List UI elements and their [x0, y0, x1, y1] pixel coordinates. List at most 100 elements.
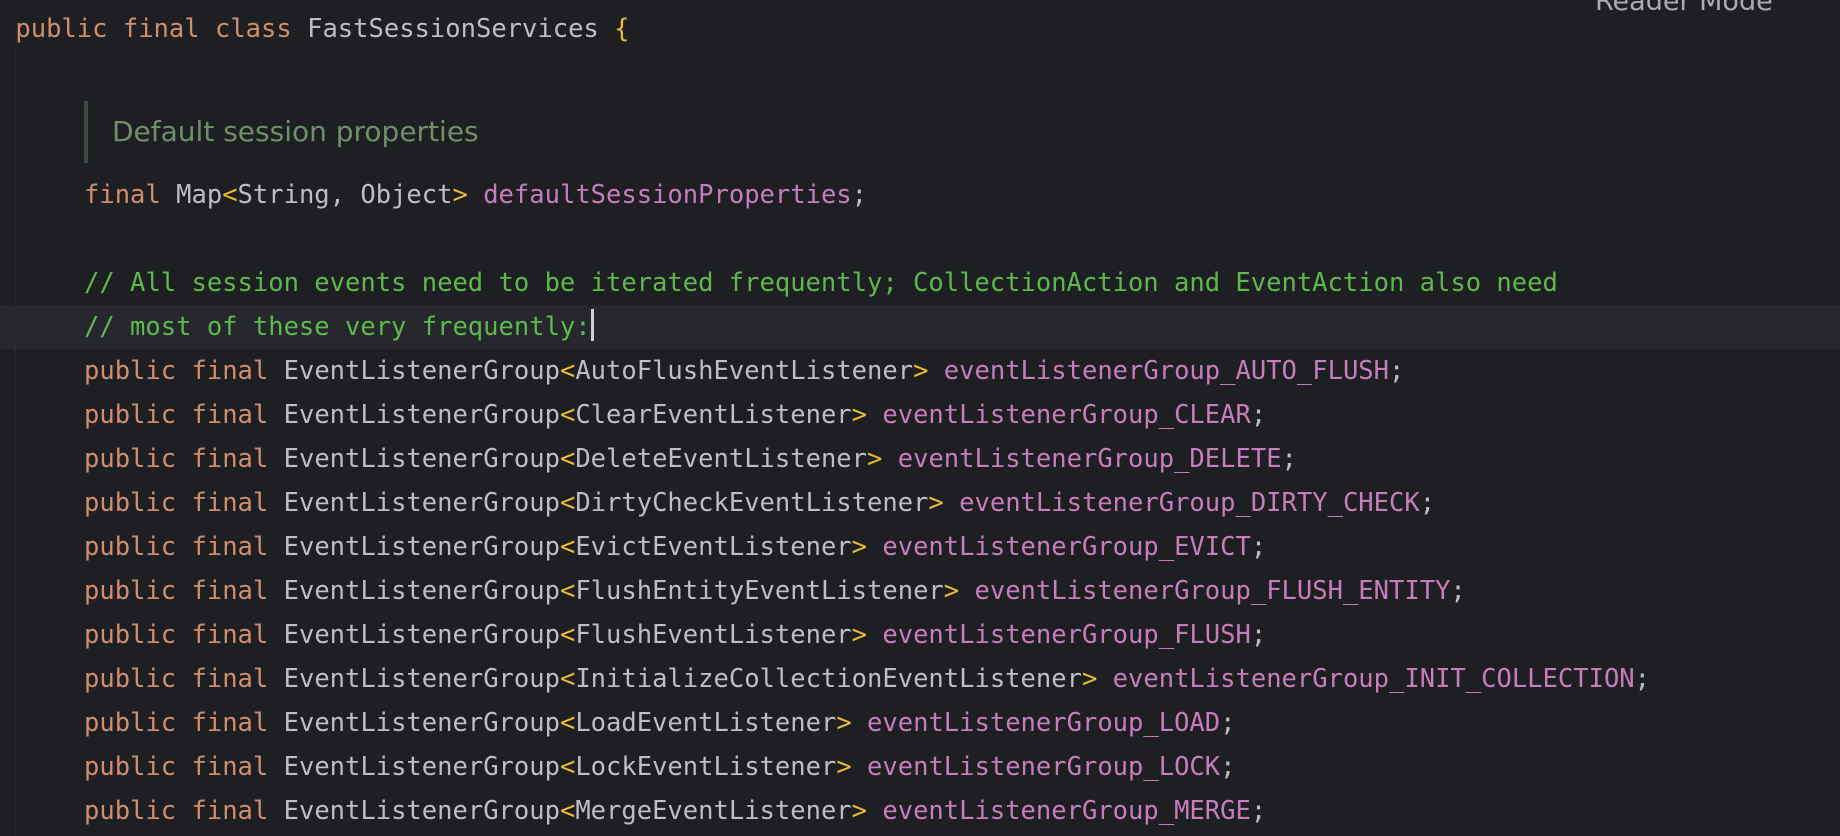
- keyword: final: [191, 576, 269, 606]
- type-name: Map: [176, 180, 223, 210]
- angle-bracket: <: [559, 796, 576, 826]
- field-name: eventListenerGroup_FLUSH: [882, 620, 1251, 650]
- field-line[interactable]: public final EventListenerGroup<DeleteEv…: [0, 437, 1840, 481]
- field-line[interactable]: public final EventListenerGroup<EvictEve…: [0, 525, 1840, 569]
- field-line[interactable]: public final EventListenerGroup<LockEven…: [0, 745, 1840, 789]
- field-line-default-session-properties[interactable]: final Map<String, Object> defaultSession…: [0, 173, 1840, 217]
- semicolon: ;: [1250, 532, 1267, 562]
- field-name: eventListenerGroup_FLUSH_ENTITY: [974, 576, 1451, 606]
- field-line[interactable]: public final EventListenerGroup<FlushEnt…: [0, 569, 1840, 613]
- angle-bracket: <: [559, 620, 576, 650]
- semicolon: ;: [1250, 796, 1267, 826]
- keyword: final: [191, 664, 269, 694]
- field-line[interactable]: public final EventListenerGroup<LoadEven…: [0, 701, 1840, 745]
- field-name: eventListenerGroup_DELETE: [897, 444, 1282, 474]
- field-name: eventListenerGroup_LOCK: [867, 752, 1221, 782]
- angle-bracket: <: [559, 664, 576, 694]
- field-line[interactable]: public final EventListenerGroup<ClearEve…: [0, 393, 1840, 437]
- type-name: EventListenerGroup: [283, 356, 560, 386]
- generic-type: FlushEventListener: [575, 620, 852, 650]
- keyword: public: [84, 532, 177, 562]
- keyword: final: [191, 532, 269, 562]
- generic-type: EvictEventListener: [575, 532, 852, 562]
- keyword: public: [84, 620, 177, 650]
- semicolon: ;: [1250, 620, 1267, 650]
- angle-bracket: >: [928, 488, 944, 518]
- keyword: final: [191, 752, 269, 782]
- field-name: eventListenerGroup_AUTO_FLUSH: [943, 356, 1390, 386]
- keyword: public: [84, 796, 177, 826]
- keyword: class: [214, 14, 292, 44]
- type-name: EventListenerGroup: [283, 664, 560, 694]
- generic-type: FlushEntityEventListener: [575, 576, 944, 606]
- semicolon: ;: [1634, 664, 1651, 694]
- angle-bracket: >: [836, 752, 852, 782]
- type-name: EventListenerGroup: [283, 400, 560, 430]
- angle-bracket: >: [452, 180, 468, 210]
- keyword: final: [191, 708, 269, 738]
- angle-bracket: >: [851, 400, 868, 430]
- angle-bracket: <: [559, 532, 576, 562]
- type-name: EventListenerGroup: [283, 796, 560, 826]
- type-name: EventListenerGroup: [283, 752, 560, 782]
- keyword: public: [15, 14, 108, 44]
- angle-bracket: >: [943, 576, 960, 606]
- generic-type: DirtyCheckEventListener: [575, 488, 929, 518]
- reader-mode-label[interactable]: Reader Mode: [1595, 0, 1773, 16]
- generic-type: DeleteEventListener: [575, 444, 868, 474]
- type-name: EventListenerGroup: [283, 620, 560, 650]
- keyword: final: [191, 356, 269, 386]
- comment-line-2-current[interactable]: // most of these very frequently:: [0, 305, 1840, 349]
- field-name: eventListenerGroup_LOAD: [867, 708, 1221, 738]
- keyword: final: [84, 180, 161, 210]
- field-line[interactable]: public final EventListenerGroup<Initiali…: [0, 657, 1840, 701]
- semicolon: ;: [1250, 400, 1267, 430]
- keyword: public: [84, 664, 177, 694]
- generic-type: ClearEventListener: [575, 400, 852, 430]
- angle-bracket: >: [1081, 664, 1098, 694]
- field-name: defaultSessionProperties: [483, 180, 852, 210]
- keyword: final: [191, 400, 269, 430]
- angle-bracket: <: [559, 400, 576, 430]
- angle-bracket: >: [851, 620, 868, 650]
- field-name: eventListenerGroup_CLEAR: [882, 400, 1251, 430]
- angle-bracket: <: [559, 444, 576, 474]
- keyword: final: [191, 620, 269, 650]
- comment-line-1[interactable]: // All session events need to be iterate…: [0, 261, 1840, 305]
- field-name: eventListenerGroup_EVICT: [882, 532, 1251, 562]
- keyword: public: [84, 576, 177, 606]
- angle-bracket: <: [559, 356, 576, 386]
- field-line[interactable]: public final EventListenerGroup<DirtyChe…: [0, 481, 1840, 525]
- type-name: EventListenerGroup: [283, 576, 560, 606]
- type-name: EventListenerGroup: [283, 488, 560, 518]
- class-declaration-line[interactable]: public final class FastSessionServices {: [0, 7, 1840, 51]
- generic-type: AutoFlushEventListener: [575, 356, 914, 386]
- angle-bracket: >: [851, 532, 868, 562]
- code-editor[interactable]: public final class FastSessionServices {…: [0, 0, 1840, 836]
- class-name: FastSessionServices: [307, 14, 599, 44]
- field-line[interactable]: public final EventListenerGroup<FlushEve…: [0, 613, 1840, 657]
- field-name: eventListenerGroup_MERGE: [882, 796, 1251, 826]
- keyword: final: [122, 14, 200, 44]
- semicolon: ;: [1450, 576, 1466, 606]
- angle-bracket: >: [836, 708, 852, 738]
- field-line[interactable]: public final EventListenerGroup<MergeEve…: [0, 789, 1840, 833]
- semicolon: ;: [1281, 444, 1297, 474]
- keyword: public: [84, 708, 177, 738]
- keyword: final: [191, 488, 269, 518]
- type-name: EventListenerGroup: [283, 444, 560, 474]
- field-name: eventListenerGroup_DIRTY_CHECK: [959, 488, 1420, 518]
- field-name: eventListenerGroup_INIT_COLLECTION: [1112, 664, 1635, 694]
- generic-type: LoadEventListener: [575, 708, 837, 738]
- type-name: EventListenerGroup: [283, 708, 560, 738]
- angle-bracket: <: [559, 488, 576, 518]
- angle-bracket: <: [222, 180, 238, 210]
- semicolon: ;: [851, 180, 868, 210]
- keyword: public: [84, 356, 177, 386]
- doc-comment: Default session properties: [84, 101, 479, 163]
- generic-type: MergeEventListener: [575, 796, 852, 826]
- angle-bracket: <: [559, 752, 576, 782]
- field-line[interactable]: public final EventListenerGroup<AutoFlus…: [0, 349, 1840, 393]
- keyword: public: [84, 400, 177, 430]
- semicolon: ;: [1220, 708, 1236, 738]
